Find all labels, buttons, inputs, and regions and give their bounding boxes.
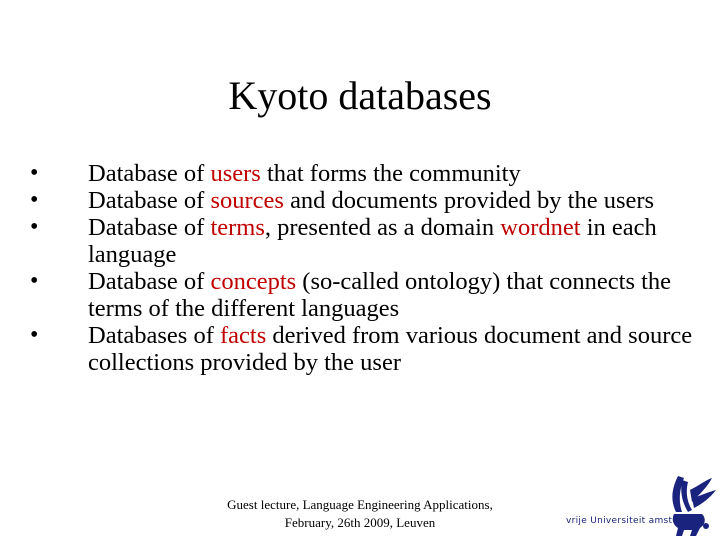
bullet-dot-icon: •	[30, 187, 39, 213]
footer-line-1: Guest lecture, Language Engineering Appl…	[227, 497, 493, 512]
bullet-text: that forms the community	[260, 160, 521, 187]
bullet-item: • Database of terms, presented as a domai…	[28, 214, 698, 268]
highlighted-term: facts	[219, 322, 267, 349]
highlighted-term: wordnet	[500, 214, 581, 241]
bullet-list: • Database of users that forms the commun…	[28, 160, 698, 376]
highlighted-term: sources	[210, 187, 284, 214]
bullet-item: • Database of users that forms the commun…	[28, 160, 698, 187]
bullet-dot-icon: •	[30, 322, 39, 348]
university-logo: vrije Universiteit amsterdam	[560, 468, 720, 540]
bullet-text: Databases of	[88, 322, 220, 349]
bullet-text: , presented as a domain	[264, 214, 501, 241]
bullet-dot-icon: •	[30, 214, 39, 240]
bullet-item: • Database of concepts (so-called ontolog…	[28, 268, 698, 322]
bullet-text: Database of	[88, 214, 211, 241]
bullet-text: Database of	[88, 160, 211, 187]
griffin-logo-icon	[672, 476, 716, 536]
highlighted-term: terms	[210, 214, 265, 241]
bullet-item: • Databases of facts derived from various…	[28, 322, 698, 376]
slide-title: Kyoto databases	[228, 73, 492, 118]
highlighted-term: users	[210, 160, 261, 187]
bullet-text: Database of	[88, 187, 211, 214]
highlighted-term: concepts	[210, 268, 297, 295]
bullet-text: Database of	[88, 268, 211, 295]
bullet-dot-icon: •	[30, 268, 39, 294]
footer-line-2: February, 26th 2009, Leuven	[284, 515, 436, 530]
bullet-dot-icon: •	[30, 160, 39, 186]
slide-footer: Guest lecture, Language Engineering Appl…	[210, 496, 510, 532]
bullet-text: and documents provided by the users	[283, 187, 655, 214]
logo-text: vrije Universiteit amsterdam	[566, 516, 703, 526]
bullet-item: • Database of sources and documents provi…	[28, 187, 698, 214]
